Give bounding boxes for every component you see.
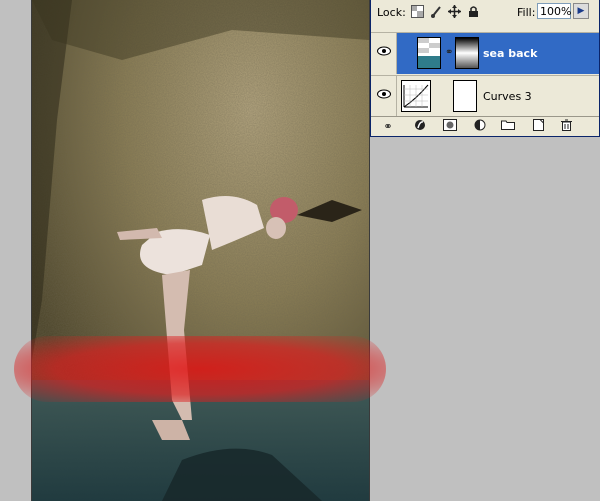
new-layer-icon[interactable] [529,119,547,134]
adjustment-layer-icon[interactable] [471,119,489,134]
layer-row-sea-back[interactable]: ⚭ sea back [371,32,599,74]
lock-move-icon[interactable] [448,5,461,18]
layer-body: ⚭ sea back [397,33,599,74]
layers-panel-footer: ⚭ [371,116,599,136]
photoshop-workspace: Lock: Fill: 100% ▶ ⚭ sea back Curves 3 ⚭ [0,0,600,501]
layer-style-icon[interactable] [411,119,429,134]
add-mask-icon[interactable] [441,119,459,134]
lock-transparent-icon[interactable] [411,5,424,18]
new-group-icon[interactable] [499,119,517,134]
lock-label: Lock: [377,6,406,19]
layer-name: Curves 3 [483,90,532,103]
lock-toolbar: Lock: Fill: 100% ▶ [371,0,599,26]
fill-label: Fill: [517,6,536,19]
visibility-eye-icon[interactable] [371,76,397,117]
link-layers-icon[interactable]: ⚭ [379,119,397,134]
lock-paint-icon[interactable] [430,5,443,18]
artwork-image [32,0,369,501]
document-canvas[interactable] [31,0,370,501]
mask-link-icon[interactable]: ⚭ [445,47,453,58]
lock-all-icon[interactable] [467,5,480,18]
layer-body: Curves 3 [397,76,599,117]
layer-mask-thumbnail[interactable] [455,37,479,69]
visibility-eye-icon[interactable] [371,33,397,74]
layer-mask-thumbnail[interactable] [453,80,477,112]
layer-thumbnail [417,37,441,69]
layer-row-curves-3[interactable]: Curves 3 [371,75,599,117]
delete-layer-icon[interactable] [557,119,575,134]
curves-adjustment-icon [401,80,431,112]
layer-name: sea back [483,47,538,60]
fill-opacity-input[interactable]: 100% [537,3,571,19]
layers-panel: Lock: Fill: 100% ▶ ⚭ sea back Curves 3 ⚭ [370,0,600,137]
fill-dropdown-arrow-icon[interactable]: ▶ [573,3,589,19]
